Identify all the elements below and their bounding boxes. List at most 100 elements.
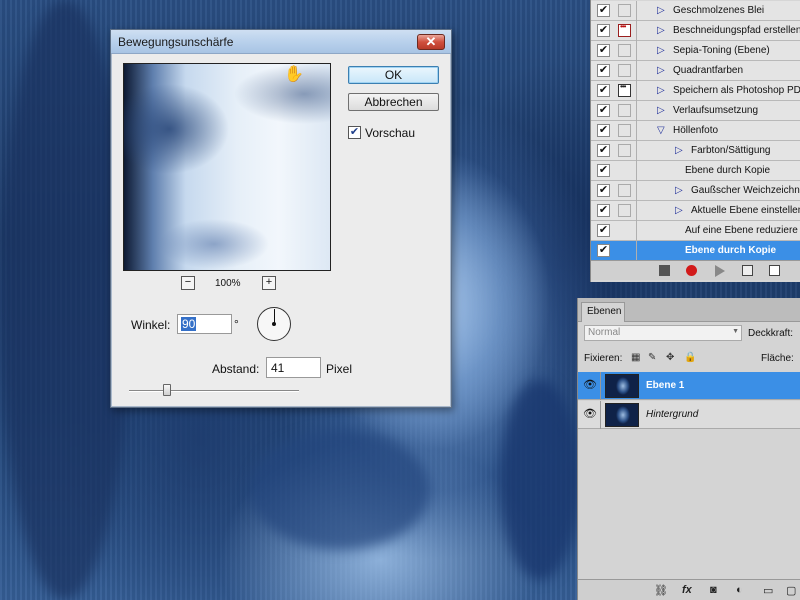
action-label: Ebene durch Kopie [685, 165, 771, 176]
blend-mode-select[interactable]: Normal [584, 325, 742, 341]
dialog-title: Bewegungsunschärfe [118, 35, 234, 49]
play-icon[interactable] [715, 265, 725, 277]
action-toggle-checkbox[interactable]: ✔ [597, 84, 610, 97]
lock-move-icon[interactable]: ✥ [666, 352, 674, 363]
dialog-toggle-icon[interactable] [618, 204, 631, 217]
action-toggle-checkbox[interactable]: ✔ [597, 4, 610, 17]
dialog-titlebar[interactable]: Bewegungsunschärfe ✕ [111, 30, 451, 54]
dialog-toggle-icon[interactable] [618, 44, 631, 57]
dialog-toggle-icon[interactable] [618, 22, 631, 37]
action-label: Ebene durch Kopie [685, 245, 777, 256]
action-toggle-checkbox[interactable]: ✔ [597, 224, 610, 237]
ok-button[interactable]: OK [348, 66, 439, 84]
distance-slider-thumb[interactable] [163, 384, 171, 396]
layer-style-icon[interactable]: fx [682, 584, 692, 596]
action-row[interactable]: ✔ ▷ Gaußscher Weichzeichne [591, 181, 800, 201]
action-row[interactable]: ✔ ▷ Beschneidungspfad erstellen [591, 21, 800, 41]
eye-icon[interactable]: 👁 [583, 379, 597, 391]
expand-triangle-icon[interactable]: ▷ [657, 5, 665, 16]
distance-input[interactable]: 41 [266, 357, 321, 378]
action-row[interactable]: ✔ ▷ Speichern als Photoshop PD [591, 81, 800, 101]
motion-blur-dialog: Bewegungsunschärfe ✕ ✋ − 100% + OK Abbre… [110, 29, 452, 408]
action-row[interactable]: ✔ Ebene durch Kopie [591, 161, 800, 181]
action-row[interactable]: ✔ ▷ Farbton/Sättigung [591, 141, 800, 161]
layer-thumbnail [605, 374, 639, 398]
action-toggle-checkbox[interactable]: ✔ [597, 64, 610, 77]
layer-row[interactable]: 👁 Hintergrund [578, 401, 800, 429]
layer-name[interactable]: Ebene 1 [646, 380, 684, 391]
dialog-toggle-icon[interactable] [618, 82, 631, 97]
action-row[interactable]: ✔ ▷ Quadrantfarben [591, 61, 800, 81]
distance-slider-track[interactable] [129, 390, 299, 391]
action-row[interactable]: ✔ ▷ Verlaufsumsetzung [591, 101, 800, 121]
divider [636, 81, 637, 101]
lock-all-icon[interactable]: 🔒 [684, 352, 696, 363]
record-icon[interactable] [686, 265, 697, 276]
action-row[interactable]: ✔ ▽ Höllenfoto [591, 121, 800, 141]
zoom-in-button[interactable]: + [262, 276, 276, 290]
new-layer-icon[interactable]: ▢ [786, 584, 796, 597]
action-toggle-checkbox[interactable]: ✔ [597, 144, 610, 157]
preview-window[interactable]: ✋ [123, 63, 331, 271]
dialog-toggle-icon[interactable] [618, 144, 631, 157]
actions-toolbar [591, 260, 800, 280]
dialog-toggle-icon[interactable] [618, 64, 631, 77]
angle-input[interactable]: 90 [177, 314, 232, 334]
action-row[interactable]: ✔ ▷ Sepia-Toning (Ebene) [591, 41, 800, 61]
action-toggle-checkbox[interactable]: ✔ [597, 124, 610, 137]
divider [636, 241, 637, 261]
dialog-toggle-icon[interactable] [618, 124, 631, 137]
action-toggle-checkbox[interactable]: ✔ [597, 184, 610, 197]
action-label: Farbton/Sättigung [691, 145, 771, 156]
expand-triangle-icon[interactable]: ▷ [675, 185, 683, 196]
hair-shape [500, 380, 580, 580]
expand-triangle-icon[interactable]: ▷ [675, 145, 683, 156]
action-row[interactable]: ✔ Ebene durch Kopie [591, 241, 800, 261]
cancel-button[interactable]: Abbrechen [348, 93, 439, 111]
expand-triangle-open-icon[interactable]: ▽ [657, 125, 665, 136]
zoom-out-button[interactable]: − [181, 276, 195, 290]
lock-transparency-icon[interactable]: ▦ [631, 352, 640, 363]
hand-cursor-icon: ✋ [284, 66, 304, 83]
expand-triangle-icon[interactable]: ▷ [657, 45, 665, 56]
expand-triangle-icon[interactable]: ▷ [675, 205, 683, 216]
angle-dial[interactable] [257, 307, 291, 341]
action-row[interactable]: ✔ ▷ Geschmolzenes Blei [591, 1, 800, 21]
angle-value: 90 [181, 317, 197, 331]
expand-triangle-icon[interactable]: ▷ [657, 105, 665, 116]
actions-panel: ✔ ▷ Geschmolzenes Blei ✔ ▷ Beschneidungspfad … [590, 0, 800, 282]
action-toggle-checkbox[interactable]: ✔ [597, 204, 610, 217]
layer-mask-icon[interactable]: ◙ [710, 584, 717, 596]
layer-row[interactable]: 👁 Ebene 1 [578, 372, 800, 400]
new-set-icon[interactable] [742, 265, 753, 276]
action-toggle-checkbox[interactable]: ✔ [597, 164, 610, 177]
action-row[interactable]: ✔ Auf eine Ebene reduziere [591, 221, 800, 241]
tab-layers[interactable]: Ebenen [581, 302, 625, 322]
lock-paint-icon[interactable]: ✎ [648, 352, 656, 363]
action-toggle-checkbox[interactable]: ✔ [597, 24, 610, 37]
lock-label: Fixieren: [584, 353, 623, 364]
action-toggle-checkbox[interactable]: ✔ [597, 44, 610, 57]
divider [600, 401, 601, 429]
close-button[interactable]: ✕ [417, 34, 445, 50]
eye-icon[interactable]: 👁 [583, 408, 597, 420]
action-label: Sepia-Toning (Ebene) [673, 45, 770, 56]
preview-checkbox[interactable]: ✔ [348, 126, 361, 139]
new-group-icon[interactable]: ▭ [763, 584, 773, 597]
expand-triangle-icon[interactable]: ▷ [657, 65, 665, 76]
action-toggle-checkbox[interactable]: ✔ [597, 244, 610, 257]
distance-unit: Pixel [326, 362, 353, 376]
divider [636, 61, 637, 81]
layer-name[interactable]: Hintergrund [646, 409, 698, 420]
expand-triangle-icon[interactable]: ▷ [657, 25, 665, 36]
dialog-toggle-icon[interactable] [618, 104, 631, 117]
adjustment-layer-icon[interactable]: ◐ [736, 584, 743, 596]
dialog-toggle-icon[interactable] [618, 4, 631, 17]
link-layers-icon[interactable]: ⛓ [654, 584, 668, 597]
action-row[interactable]: ✔ ▷ Aktuelle Ebene einstellen [591, 201, 800, 221]
stop-icon[interactable] [659, 265, 670, 276]
action-toggle-checkbox[interactable]: ✔ [597, 104, 610, 117]
expand-triangle-icon[interactable]: ▷ [657, 85, 665, 96]
dialog-toggle-icon[interactable] [618, 184, 631, 197]
new-action-icon[interactable] [769, 265, 780, 276]
